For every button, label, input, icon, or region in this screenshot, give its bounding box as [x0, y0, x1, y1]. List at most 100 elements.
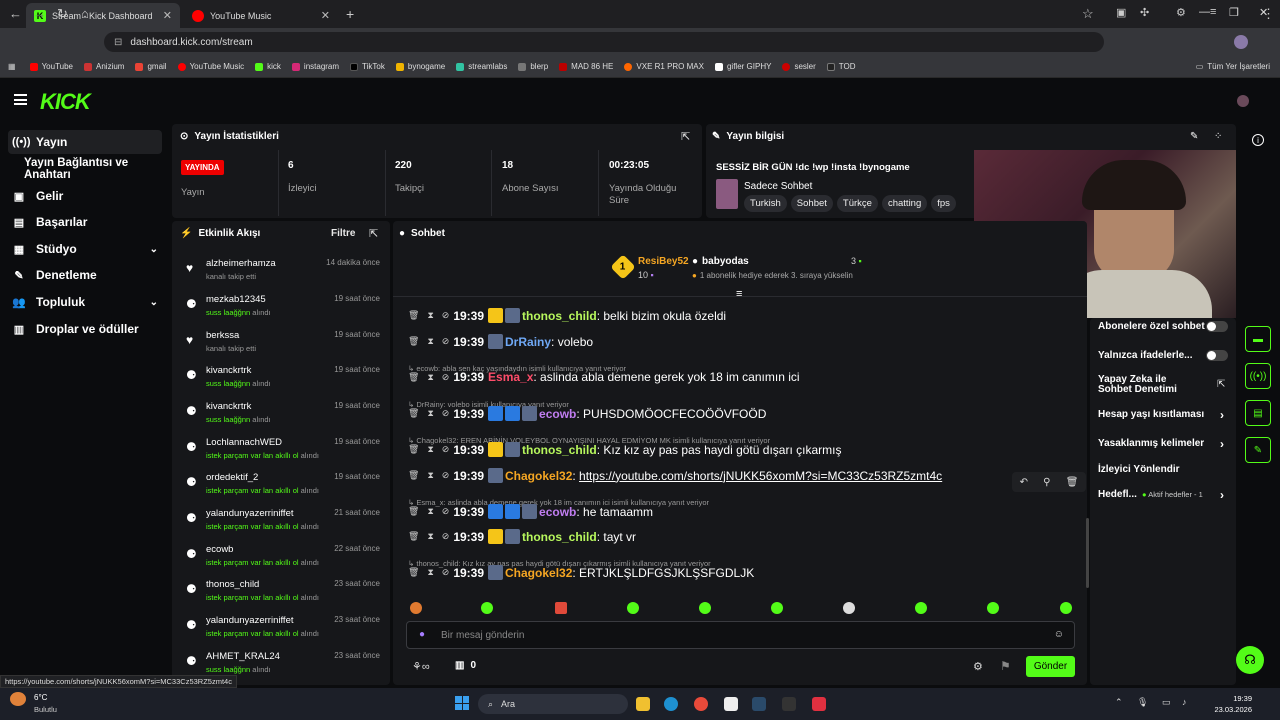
- tag[interactable]: Turkish: [744, 195, 787, 212]
- timeout-icon[interactable]: ⧗: [427, 336, 433, 347]
- activity-user[interactable]: berkssa: [206, 330, 239, 341]
- ban-icon[interactable]: ⊘: [442, 444, 450, 455]
- emote-icon[interactable]: [481, 602, 493, 614]
- tools-icon[interactable]: ⚙: [1176, 6, 1186, 19]
- setting-raid[interactable]: İzleyici Yönlendir: [1098, 464, 1228, 475]
- sidebar-item-gelir[interactable]: ▣ Gelir: [8, 184, 162, 208]
- message-username[interactable]: Esma_x: [488, 370, 533, 384]
- points-icon[interactable]: ⚘∞: [412, 660, 430, 673]
- activity-user[interactable]: alzheimerhamza: [206, 258, 276, 269]
- message-username[interactable]: ecowb: [539, 407, 576, 421]
- chat-toggle-icon[interactable]: ▬: [1245, 326, 1271, 352]
- emote-icon[interactable]: [1060, 602, 1072, 614]
- close-icon[interactable]: ✕: [163, 9, 172, 22]
- activity-user[interactable]: LochlannachWED: [206, 437, 282, 448]
- ban-icon[interactable]: ⊘: [442, 531, 450, 542]
- emoji-icon[interactable]: ☺: [1054, 629, 1064, 640]
- all-bookmarks[interactable]: ▭ Tüm Yer İşaretleri: [1196, 62, 1270, 71]
- steam-icon[interactable]: [752, 697, 766, 711]
- ban-icon[interactable]: ⊘: [442, 310, 450, 321]
- microphone-icon[interactable]: ●: [419, 629, 425, 640]
- ban-icon[interactable]: ⊘: [442, 470, 450, 481]
- emote-icon[interactable]: [410, 602, 422, 614]
- support-headset-icon[interactable]: ☊: [1236, 646, 1264, 674]
- bookmark-item[interactable]: YouTube Music: [177, 62, 244, 71]
- broadcast-toggle-icon[interactable]: ((•)): [1245, 363, 1271, 389]
- popout-icon[interactable]: ⇱: [369, 227, 378, 240]
- ban-icon[interactable]: ⊘: [442, 506, 450, 517]
- forward-icon[interactable]: →: [33, 6, 46, 21]
- timeout-icon[interactable]: ⧗: [427, 372, 433, 383]
- ban-icon[interactable]: ⊘: [442, 336, 450, 347]
- activity-user[interactable]: kivanckrtrk: [206, 365, 251, 376]
- taskbar-search[interactable]: ⌕ Ara: [478, 694, 628, 714]
- activity-user[interactable]: AHMET_KRAL24: [206, 651, 280, 662]
- activity-user[interactable]: thonos_child: [206, 579, 259, 590]
- setting-account-age[interactable]: Hesap yaşı kısıtlaması ›: [1098, 408, 1228, 422]
- edit-icon[interactable]: ✎: [1190, 131, 1198, 142]
- menu-dots-icon[interactable]: ⋮: [1262, 6, 1275, 22]
- reply-icon[interactable]: ↶: [1020, 477, 1028, 488]
- bookmark-item[interactable]: TOD: [826, 62, 856, 71]
- emote-icon[interactable]: [555, 602, 567, 614]
- network-icon[interactable]: ▭: [1162, 697, 1171, 708]
- message-username[interactable]: DrRainy: [505, 335, 551, 349]
- delete-icon[interactable]: 🗑: [408, 310, 419, 321]
- profile-avatar[interactable]: [1234, 35, 1248, 49]
- emote-icon[interactable]: [915, 602, 927, 614]
- new-tab-icon[interactable]: +: [346, 6, 354, 22]
- site-info-icon[interactable]: ⊟: [114, 37, 122, 48]
- tab-kick-dashboard[interactable]: K Stream - Kick Dashboard ✕: [26, 3, 180, 28]
- moderation-icon[interactable]: ✎: [1245, 437, 1271, 463]
- chat-input[interactable]: ● Bir mesaj gönderin ☺: [406, 621, 1075, 649]
- bookmark-item[interactable]: TikTok: [350, 62, 385, 71]
- puzzle-icon[interactable]: ✣: [1140, 6, 1149, 19]
- bookmark-item[interactable]: bynogame: [395, 62, 445, 71]
- tag[interactable]: Türkçe: [836, 195, 878, 212]
- toggle[interactable]: [1206, 350, 1228, 361]
- obs-icon[interactable]: [812, 697, 826, 711]
- external-link-icon[interactable]: ⇱: [1217, 379, 1225, 390]
- sidebar-item-droplar[interactable]: ▥ Droplar ve ödüller: [8, 317, 162, 341]
- bookmark-item[interactable]: instagram: [291, 62, 339, 71]
- emote-icon[interactable]: [699, 602, 711, 614]
- delete-icon[interactable]: 🗑: [408, 567, 419, 578]
- ban-icon[interactable]: ⊘: [442, 372, 450, 383]
- ban-icon[interactable]: ⊘: [442, 408, 450, 419]
- bookmark-item[interactable]: blerp: [518, 62, 548, 71]
- volume-icon[interactable]: ♪: [1182, 697, 1187, 707]
- activity-user[interactable]: ecowb: [206, 544, 233, 555]
- settings-gear-icon[interactable]: ⚙: [973, 660, 983, 673]
- bookmark-item[interactable]: Anizium: [84, 62, 124, 71]
- activity-user[interactable]: yalandunyazerriniffet: [206, 508, 294, 519]
- bookmark-star-icon[interactable]: ☆: [1082, 6, 1094, 22]
- sidebar-item-stream-key[interactable]: Yayın Bağlantısı ve Anahtarı: [8, 157, 174, 181]
- message-username[interactable]: ecowb: [539, 505, 576, 519]
- sidebar-item-yayin[interactable]: ((•)) Yayın: [8, 130, 162, 154]
- apps-icon[interactable]: ▦: [8, 62, 16, 71]
- delete-icon[interactable]: 🗑: [408, 336, 419, 347]
- toggle[interactable]: [1206, 321, 1228, 332]
- bookmark-item[interactable]: gifler GIPHY: [714, 62, 771, 71]
- store-icon[interactable]: [724, 697, 738, 711]
- delete-icon[interactable]: 🗑: [408, 531, 419, 542]
- message-username[interactable]: thonos_child: [522, 530, 597, 544]
- windows-start-icon[interactable]: [455, 696, 469, 710]
- url-bar[interactable]: ⊟ dashboard.kick.com/stream: [104, 32, 1104, 52]
- delete-icon[interactable]: 🗑: [408, 408, 419, 419]
- timeout-icon[interactable]: ⧗: [427, 506, 433, 517]
- mod-tools-icon[interactable]: ⚑: [1000, 659, 1011, 673]
- sidebar-item-studyo[interactable]: ▦ Stüdyo ⌄: [8, 237, 162, 261]
- sidebar-item-basarilar[interactable]: ▤ Başarılar: [8, 210, 162, 234]
- setting-emote-only[interactable]: Yalnızca ifadelerle...: [1098, 350, 1228, 361]
- user-avatar[interactable]: [1237, 95, 1249, 107]
- timeout-icon[interactable]: ⧗: [427, 531, 433, 542]
- message-username[interactable]: Chagokel32: [505, 566, 572, 580]
- media-icon[interactable]: ≡: [1210, 6, 1216, 18]
- popout-icon[interactable]: ⇱: [681, 130, 690, 143]
- activity-user[interactable]: kivanckrtrk: [206, 401, 251, 412]
- bookmark-item[interactable]: kick: [255, 62, 281, 71]
- tag[interactable]: Sohbet: [790, 195, 833, 212]
- sidebar-item-topluluk[interactable]: 👥 Topluluk ⌄: [8, 290, 162, 314]
- grid-icon[interactable]: ⁘: [1214, 131, 1222, 142]
